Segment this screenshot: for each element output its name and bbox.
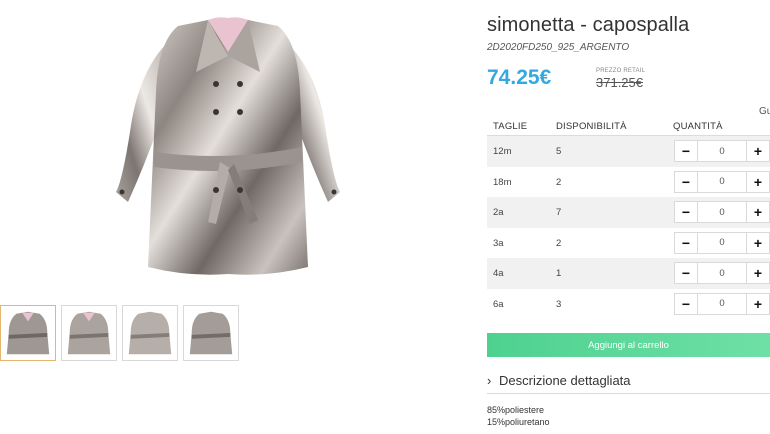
size-value: 3a [493, 237, 504, 249]
chevron-right-icon: › [487, 373, 492, 388]
coat-thumbnail-icon [128, 311, 172, 355]
availability-value: 2 [556, 176, 562, 188]
table-row: 2a 7 − 0 + [487, 197, 770, 228]
header-quantity: QUANTITÀ [673, 121, 723, 132]
increase-quantity-button[interactable]: + [746, 231, 770, 254]
size-value: 12m [493, 146, 512, 157]
decrease-quantity-button[interactable]: − [674, 170, 698, 193]
decrease-quantity-button[interactable]: − [674, 231, 698, 254]
quantity-stepper: − 0 + [674, 170, 770, 193]
product-sku: 2D2020FD250_925_ARGENTO [487, 42, 630, 53]
increase-quantity-button[interactable]: + [746, 201, 770, 223]
increase-quantity-button[interactable]: + [746, 292, 770, 315]
sizes-table: TAGLIE DISPONIBILITÀ QUANTITÀ 12m 5 − 0 … [487, 117, 770, 319]
sizes-table-header: TAGLIE DISPONIBILITÀ QUANTITÀ [487, 117, 770, 136]
decrease-quantity-button[interactable]: − [674, 262, 698, 284]
product-title: simonetta - capospalla [487, 14, 690, 36]
product-main-image[interactable] [108, 12, 348, 287]
quantity-input[interactable]: 0 [698, 140, 746, 162]
thumbnail-coat-front-alt[interactable] [61, 305, 117, 361]
quantity-input[interactable]: 0 [698, 262, 746, 284]
product-price: 74.25€ [487, 66, 552, 89]
table-row: 6a 3 − 0 + [487, 289, 770, 320]
material-composition: 85%poliestere 15%poliuretano [487, 404, 550, 428]
thumbnail-coat-back[interactable] [122, 305, 178, 361]
composition-line: 15%poliuretano [487, 417, 550, 427]
description-toggle-label: Descrizione dettagliata [499, 373, 631, 388]
availability-value: 7 [556, 207, 562, 218]
coat-thumbnail-icon [67, 311, 111, 355]
availability-value: 5 [556, 146, 562, 157]
size-value: 18m [493, 176, 512, 188]
decrease-quantity-button[interactable]: − [674, 140, 698, 162]
availability-value: 2 [556, 237, 562, 249]
size-value: 6a [493, 298, 504, 310]
table-row: 4a 1 − 0 + [487, 258, 770, 289]
availability-value: 1 [556, 268, 562, 279]
table-row: 3a 2 − 0 + [487, 228, 770, 259]
increase-quantity-button[interactable]: + [746, 262, 770, 284]
quantity-stepper: − 0 + [674, 262, 770, 284]
quantity-input[interactable]: 0 [698, 292, 746, 315]
quantity-stepper: − 0 + [674, 201, 770, 223]
thumbnail-coat-side[interactable] [183, 305, 239, 361]
table-row: 12m 5 − 0 + [487, 136, 770, 167]
quantity-input[interactable]: 0 [698, 170, 746, 193]
description-toggle[interactable]: › Descrizione dettagliata [487, 373, 770, 394]
coat-thumbnail-icon [189, 311, 233, 355]
quantity-input[interactable]: 0 [698, 201, 746, 223]
quantity-input[interactable]: 0 [698, 231, 746, 254]
silver-trench-coat-image [116, 17, 340, 275]
thumbnail-coat-front[interactable] [0, 305, 56, 361]
table-row: 18m 2 − 0 + [487, 167, 770, 198]
quantity-stepper: − 0 + [674, 140, 770, 162]
increase-quantity-button[interactable]: + [746, 170, 770, 193]
increase-quantity-button[interactable]: + [746, 140, 770, 162]
decrease-quantity-button[interactable]: − [674, 201, 698, 223]
header-size: TAGLIE [493, 121, 528, 132]
decrease-quantity-button[interactable]: − [674, 292, 698, 315]
size-value: 2a [493, 207, 504, 218]
size-guide-link[interactable]: Gu [759, 106, 770, 117]
retail-price: 371.25€ [596, 75, 643, 90]
quantity-stepper: − 0 + [674, 231, 770, 254]
quantity-stepper: − 0 + [674, 292, 770, 315]
add-to-cart-button[interactable]: Aggiungi al carrello [487, 333, 770, 357]
coat-thumbnail-icon [6, 311, 50, 355]
retail-price-label: PREZZO RETAIL [596, 68, 646, 74]
size-value: 4a [493, 268, 504, 279]
header-availability: DISPONIBILITÀ [556, 121, 627, 132]
availability-value: 3 [556, 298, 562, 310]
composition-line: 85%poliestere [487, 405, 545, 415]
